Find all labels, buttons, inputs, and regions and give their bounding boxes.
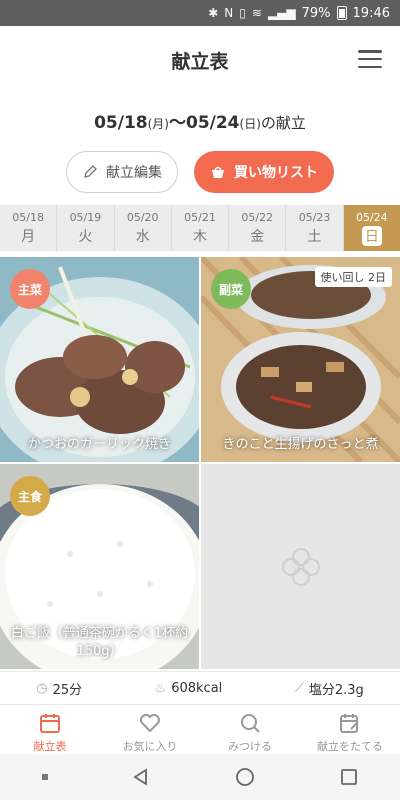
recent-dot-icon[interactable] <box>41 774 48 780</box>
shopping-list-label: 買い物リスト <box>234 165 318 181</box>
recipe-name: かつおのガーリック焼き <box>27 437 171 452</box>
day-date: 05/18 <box>12 210 44 224</box>
day-date: 05/24 <box>355 210 388 224</box>
salt-spoon-icon: ⟋ <box>294 680 304 696</box>
clock-icon: ◷ <box>36 680 48 696</box>
nav-menu-label: 献立表 <box>33 739 67 753</box>
nav-menu-tab[interactable]: 献立表 <box>0 705 100 760</box>
week-range: 05/18(月)〜05/24(日)の献立 <box>0 108 400 133</box>
recipe-card-side[interactable]: 副菜 使い回し 2日 きのこと生揚げのさっと煮 <box>201 257 400 462</box>
recipe-card-staple[interactable]: 主食 白ご飯（普通茶碗かるく1杯約150g） <box>0 464 199 669</box>
battery-icon <box>336 6 347 20</box>
recipe-name: 白ご飯（普通茶碗かるく1杯約150g） <box>10 626 189 659</box>
day-weekday: 日 <box>361 225 382 246</box>
home-icon[interactable] <box>234 766 256 788</box>
day-tab[interactable]: 05/19 火 <box>57 205 115 251</box>
battery-percent: 79% <box>301 5 331 21</box>
calendar-icon <box>40 713 60 733</box>
action-buttons: 献立編集 買い物リスト <box>0 151 400 193</box>
day-tab-active[interactable]: 05/24 日 <box>343 205 400 251</box>
day-date: 05/22 <box>241 210 274 224</box>
week-separator: 〜 <box>168 113 186 133</box>
calories: ♨ 608kcal <box>155 681 223 696</box>
week-end: 05/24 <box>185 113 240 133</box>
salt: ⟋ 塩分2.3g <box>295 679 364 698</box>
signal-icon: ▂▄▆ <box>267 6 296 20</box>
nfc-icon: N <box>224 6 234 20</box>
day-weekday: 金 <box>250 228 265 245</box>
day-tab[interactable]: 05/18 月 <box>0 205 58 251</box>
nav-favorites-tab[interactable]: お気に入り <box>100 705 200 760</box>
week-start-day: (月) <box>147 117 169 131</box>
day-date: 05/21 <box>184 210 216 224</box>
day-weekday: 火 <box>78 228 93 245</box>
day-tab[interactable]: 05/22 金 <box>229 205 287 251</box>
shopping-basket-icon <box>212 166 224 178</box>
heart-icon <box>140 713 160 732</box>
day-weekday: 月 <box>21 228 36 245</box>
category-tag: 主菜 <box>10 269 50 309</box>
cook-time: ◷ 25分 <box>36 679 82 698</box>
recipe-card-main[interactable]: 主菜 かつおのガーリック焼き <box>0 257 199 462</box>
shopping-list-button[interactable]: 買い物リスト <box>194 151 334 193</box>
day-date: 05/19 <box>69 210 102 224</box>
back-icon[interactable] <box>131 767 151 787</box>
category-tag: 主食 <box>10 476 50 516</box>
flame-icon: ♨ <box>154 680 167 696</box>
bluetooth-icon: ✱ <box>208 6 219 20</box>
week-end-day: (日) <box>239 117 261 131</box>
day-tab[interactable]: 05/20 水 <box>115 205 172 251</box>
search-icon <box>241 713 260 733</box>
day-date: 05/23 <box>298 210 331 224</box>
page-title: 献立表 <box>171 50 229 73</box>
flower-logo-icon <box>281 547 320 586</box>
app-header: 献立表 <box>0 26 400 94</box>
system-navigation-bar <box>0 754 400 800</box>
app-screen: ✱ N ▯ ≋ ▂▄▆ 79% 19:46 献立表 05/18(月)〜05/24… <box>0 0 400 800</box>
nav-plan-tab[interactable]: 献立をたてる <box>300 705 400 760</box>
nutrition-summary: ◷ 25分 ♨ 608kcal ⟋ 塩分2.3g <box>0 671 400 705</box>
nav-favorites-label: お気に入り <box>122 739 178 753</box>
calendar-edit-icon <box>340 713 359 733</box>
nav-find-label: みつける <box>228 739 272 753</box>
day-tab[interactable]: 05/23 土 <box>286 205 344 251</box>
week-suffix: の献立 <box>260 114 306 132</box>
hamburger-menu-icon[interactable] <box>358 50 382 68</box>
week-start: 05/18 <box>94 113 148 133</box>
salt-value: 塩分2.3g <box>308 682 364 698</box>
edit-menu-label: 献立編集 <box>106 165 162 181</box>
day-date: 05/20 <box>126 210 159 224</box>
recipe-name: きのこと生揚げのさっと煮 <box>222 437 379 452</box>
cook-time-value: 25分 <box>52 682 83 698</box>
calories-value: 608kcal <box>171 680 223 696</box>
recipe-grid: 主菜 かつおのガーリック焼き 副菜 使い回し 2日 きのこと生揚げのさっと煮 主… <box>0 257 400 669</box>
clock: 19:46 <box>352 5 390 21</box>
empty-recipe-slot[interactable] <box>201 464 400 669</box>
day-tab[interactable]: 05/21 木 <box>172 205 230 251</box>
day-tabs: 05/18 月 05/19 火 05/20 水 05/21 木 05/22 金 05/23… <box>0 205 400 251</box>
edit-menu-button[interactable]: 献立編集 <box>66 151 178 193</box>
day-weekday: 土 <box>307 228 322 245</box>
reuse-badge: 使い回し 2日 <box>314 267 392 287</box>
day-weekday: 水 <box>135 228 150 245</box>
status-bar: ✱ N ▯ ≋ ▂▄▆ 79% 19:46 <box>0 0 400 26</box>
pencil-icon <box>84 165 97 178</box>
wifi-icon: ≋ <box>251 6 262 20</box>
category-tag: 副菜 <box>211 269 251 309</box>
nav-plan-label: 献立をたてる <box>317 739 383 753</box>
day-weekday: 木 <box>192 228 207 245</box>
bottom-navigation: 献立表 お気に入り みつける 献立をたてる <box>0 705 400 761</box>
vibrate-icon: ▯ <box>239 6 246 20</box>
overview-icon[interactable] <box>339 767 359 787</box>
nav-find-tab[interactable]: みつける <box>200 705 300 760</box>
